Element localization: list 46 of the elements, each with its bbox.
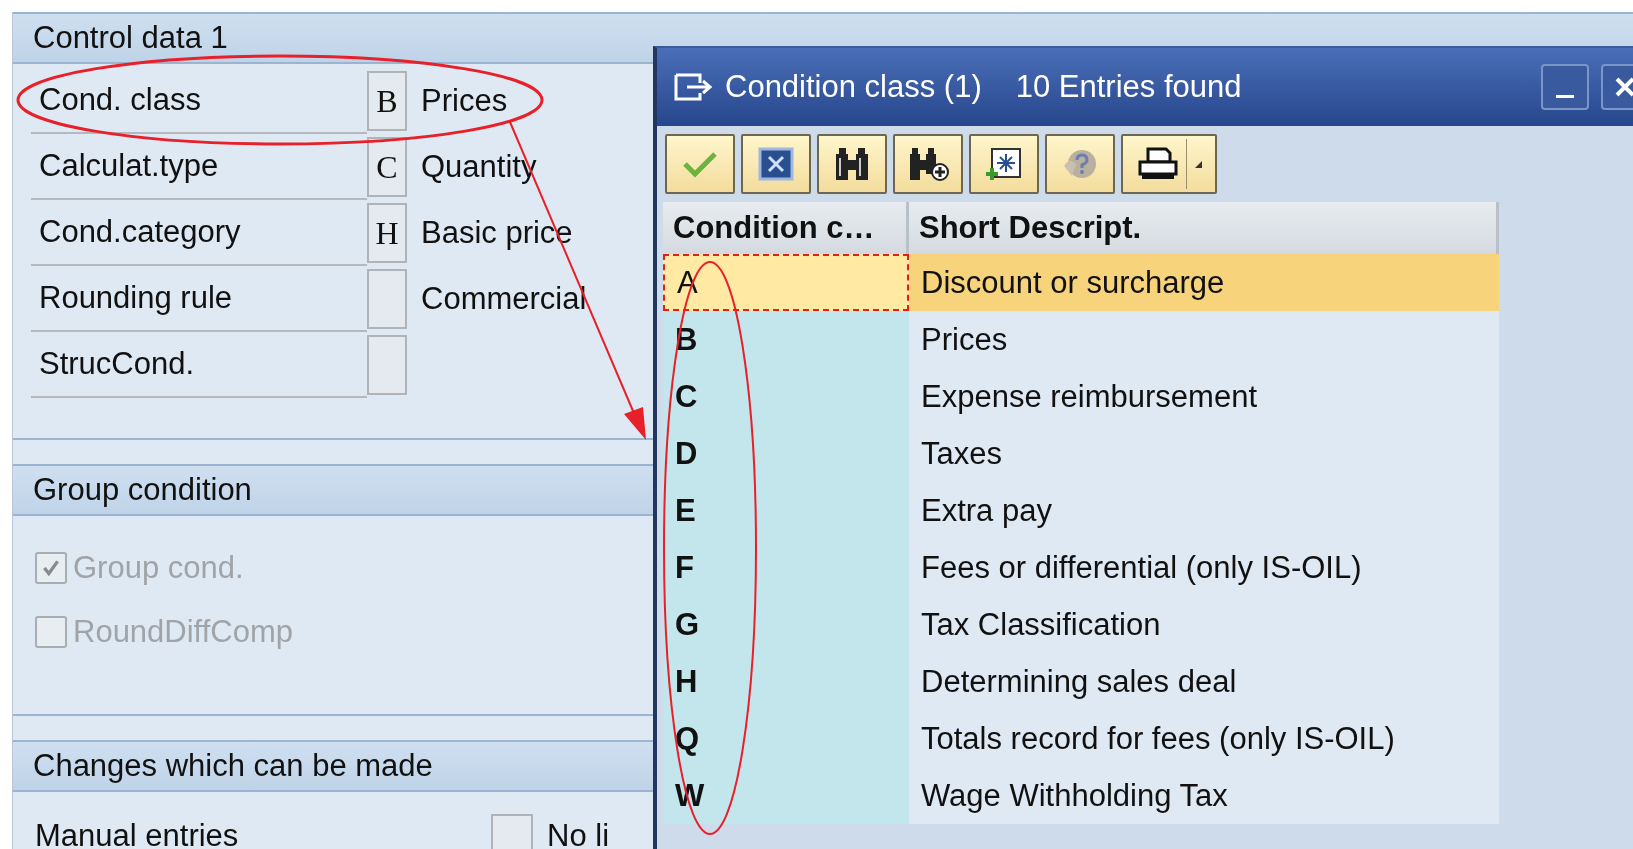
table-cell[interactable]: Discount or surcharge (909, 254, 1499, 311)
input-field[interactable]: C (367, 137, 407, 197)
confirm-button[interactable] (665, 134, 735, 194)
field-label: Manual entries (35, 818, 240, 849)
field-description: Prices (421, 83, 508, 119)
field-description: Commercial (421, 281, 587, 317)
input-field[interactable]: H (367, 203, 407, 263)
input-field[interactable]: B (367, 71, 407, 131)
table-cell[interactable]: F (663, 539, 909, 596)
print-button[interactable] (1121, 134, 1217, 194)
cancel-button[interactable] (741, 134, 811, 194)
find-next-button[interactable] (893, 134, 963, 194)
checkbox-label: Group cond. (73, 550, 244, 586)
input-field[interactable] (367, 269, 407, 329)
table-cell[interactable]: Q (663, 710, 909, 767)
minimize-icon (1556, 94, 1574, 98)
checkmark-icon (680, 149, 720, 179)
table-cell[interactable]: C (663, 368, 909, 425)
checkbox-label: RoundDiffComp (73, 614, 293, 650)
column-header[interactable]: Condition c… (663, 202, 909, 254)
table-cell[interactable]: Extra pay (909, 482, 1499, 539)
column-header[interactable]: Short Descript. (909, 202, 1499, 254)
table-cell[interactable]: Fees or differential (only IS-OIL) (909, 539, 1499, 596)
input-field[interactable] (367, 335, 407, 395)
table-cell[interactable]: Taxes (909, 425, 1499, 482)
window-icon (673, 72, 713, 102)
table-cell[interactable]: Totals record for fees (only IS-OIL) (909, 710, 1499, 767)
table-cell[interactable]: Wage Withholding Tax (909, 767, 1499, 824)
table-cell[interactable]: D (663, 425, 909, 482)
dialog-title: Condition class (1) (725, 69, 982, 105)
table-cell[interactable]: H (663, 653, 909, 710)
minimize-button[interactable] (1541, 64, 1589, 110)
table-cell[interactable]: E (663, 482, 909, 539)
checkbox[interactable] (491, 814, 533, 849)
new-entry-button[interactable] (969, 134, 1039, 194)
table-cell[interactable]: Prices (909, 311, 1499, 368)
table-cell[interactable]: G (663, 596, 909, 653)
find-button[interactable] (817, 134, 887, 194)
table-cell[interactable]: Expense reimbursement (909, 368, 1499, 425)
entries-count: 10 Entries found (1015, 69, 1242, 105)
table-cell[interactable]: Tax Classification (909, 596, 1499, 653)
table-cell[interactable]: Determining sales deal (909, 653, 1499, 710)
help-button[interactable] (1045, 134, 1115, 194)
insert-icon (984, 146, 1024, 182)
checkbox-label: No li (547, 818, 609, 849)
close-icon (758, 147, 794, 181)
